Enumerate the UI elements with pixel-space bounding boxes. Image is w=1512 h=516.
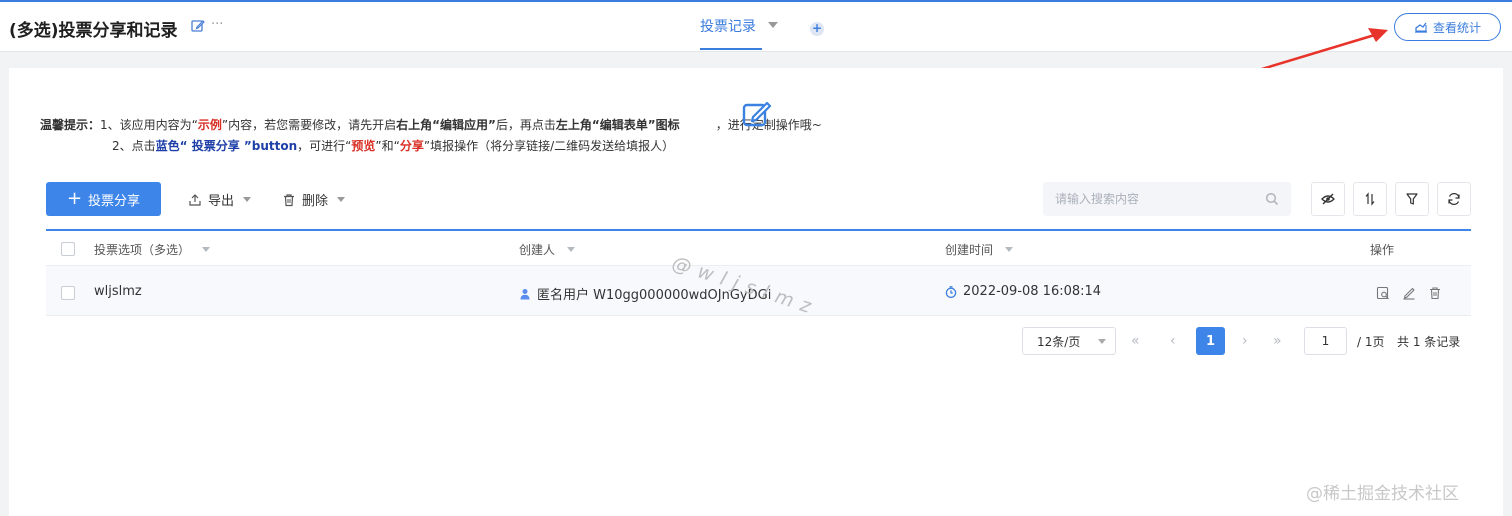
page-size-select[interactable]: 12条/页 xyxy=(1022,327,1116,355)
tip-share-highlight: 分享 xyxy=(399,139,424,153)
tip-text: 后，再点击 xyxy=(495,118,556,132)
tip-text: ”填报操作（将分享链接/二维码发送给填报人） xyxy=(423,139,675,153)
eye-off-icon xyxy=(1321,193,1335,205)
tip-text: 2、点击 xyxy=(112,139,156,153)
tab-active-indicator xyxy=(700,48,762,50)
cell-option-text: wljslmz xyxy=(94,284,142,299)
chevron-down-icon xyxy=(1098,339,1106,344)
chevron-down-icon xyxy=(1005,247,1014,252)
column-header-option-label: 投票选项（多选） xyxy=(94,243,191,257)
tip-text: ”和“ xyxy=(375,139,400,153)
edit-title-icon[interactable] xyxy=(190,18,206,34)
chart-icon xyxy=(1414,22,1427,33)
view-stats-button[interactable]: 查看统计 xyxy=(1394,13,1501,41)
tab-vote-records[interactable]: 投票记录 xyxy=(700,16,756,36)
sort-icon xyxy=(1365,192,1375,206)
cell-created-at-text: 2022-09-08 16:08:14 xyxy=(963,284,1102,299)
column-header-created-at-label: 创建时间 xyxy=(945,243,994,257)
column-header-actions: 操作 xyxy=(1370,241,1394,258)
tip-sample-highlight: 示例 xyxy=(197,118,222,132)
edit-icon[interactable] xyxy=(1402,286,1416,300)
next-page-icon[interactable]: › xyxy=(1242,333,1248,349)
toggle-columns-button[interactable] xyxy=(1311,182,1345,216)
column-header-creator-label: 创建人 xyxy=(519,243,556,257)
column-header-created-at[interactable]: 创建时间 xyxy=(945,241,1014,258)
vote-share-button[interactable]: + 投票分享 xyxy=(46,182,161,216)
view-detail-icon[interactable] xyxy=(1376,286,1390,300)
delete-label: 删除 xyxy=(302,194,329,209)
refresh-icon xyxy=(1448,192,1460,206)
export-button[interactable]: 导出 xyxy=(188,190,252,209)
trash-icon[interactable] xyxy=(1428,286,1442,300)
tip-line-2: 2、点击蓝色“ 投票分享 ”button，可进行“预览”和“分享”填报操作（将分… xyxy=(112,137,674,154)
chevron-down-icon xyxy=(337,197,346,202)
tip-text: ”内容，若您需要修改，请先开启 xyxy=(221,118,397,132)
export-label: 导出 xyxy=(208,194,235,209)
user-icon xyxy=(520,288,530,299)
select-all-checkbox[interactable] xyxy=(61,242,75,256)
chevron-down-icon xyxy=(202,247,211,252)
column-header-option[interactable]: 投票选项（多选） xyxy=(94,241,211,258)
tip-bold-edit-app: 右上角“编辑应用” xyxy=(396,118,496,132)
total-pages: / 1页 xyxy=(1357,335,1385,349)
filter-button[interactable] xyxy=(1395,182,1429,216)
timer-icon xyxy=(945,285,957,298)
upload-icon xyxy=(189,193,201,206)
app-title: (多选)投票分享和记录 xyxy=(9,21,178,41)
cell-option: wljslmz xyxy=(94,284,142,299)
first-page-icon[interactable]: « xyxy=(1131,333,1140,349)
trash-icon xyxy=(284,193,294,206)
refresh-button[interactable] xyxy=(1437,182,1471,216)
prev-page-icon[interactable]: ‹ xyxy=(1170,333,1176,349)
sort-button[interactable] xyxy=(1353,182,1387,216)
row-actions xyxy=(1376,286,1442,300)
more-icon[interactable]: ··· xyxy=(211,17,223,32)
table-header xyxy=(46,229,1471,266)
page-jump-input[interactable] xyxy=(1304,327,1347,355)
current-page-button[interactable]: 1 xyxy=(1196,327,1225,355)
chevron-down-icon xyxy=(243,197,252,202)
filter-icon xyxy=(1406,193,1418,205)
add-tab-icon[interactable]: + xyxy=(810,22,824,36)
tip-preview-highlight: 预览 xyxy=(351,139,376,153)
watermark-corner: @稀土掘金技术社区 xyxy=(1306,484,1459,504)
tip-line-1: 温馨提示：1、该应用内容为“示例”内容，若您需要修改，请先开启右上角“编辑应用”… xyxy=(40,116,822,133)
edit-form-icon xyxy=(742,101,772,127)
tip-blue-highlight: 蓝色“ 投票分享 ”button xyxy=(155,139,298,153)
search-input[interactable] xyxy=(1043,182,1291,216)
column-header-creator[interactable]: 创建人 xyxy=(519,241,576,258)
view-stats-label: 查看统计 xyxy=(1432,20,1481,35)
total-records: 共 1 条记录 xyxy=(1397,335,1461,349)
tip-text: ，可进行“ xyxy=(297,139,352,153)
vote-share-label: 投票分享 xyxy=(88,193,141,209)
tip-text: 1、该应用内容为“ xyxy=(100,118,198,132)
column-header-actions-label: 操作 xyxy=(1370,243,1395,257)
chevron-down-icon xyxy=(567,247,576,252)
tip-label: 温馨提示： xyxy=(40,118,101,132)
tip-bold-edit-form: 左上角“编辑表单”图标 xyxy=(555,118,680,132)
plus-icon: + xyxy=(66,188,83,209)
delete-button[interactable]: 删除 xyxy=(282,190,346,209)
search-icon[interactable] xyxy=(1265,192,1279,206)
cell-created-at: 2022-09-08 16:08:14 xyxy=(945,284,1101,299)
row-checkbox[interactable] xyxy=(61,286,75,300)
last-page-icon[interactable]: » xyxy=(1273,333,1282,349)
page-size-value: 12条/页 xyxy=(1037,334,1081,349)
tab-dropdown-icon[interactable] xyxy=(768,22,778,28)
